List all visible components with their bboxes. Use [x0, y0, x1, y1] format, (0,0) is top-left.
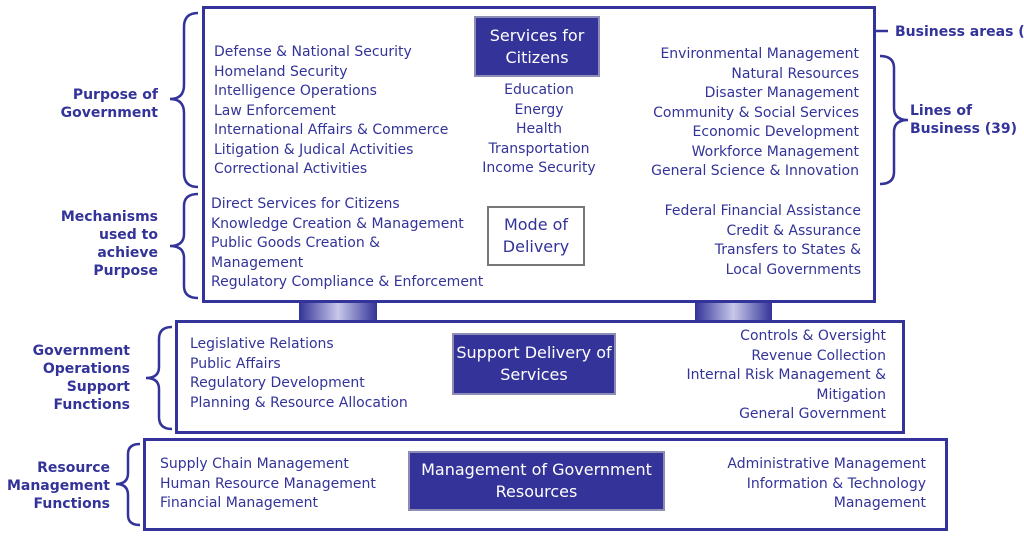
- services-for-citizens-title: Services for Citizens: [474, 16, 600, 77]
- support-left-list: Legislative Relations Public Affairs Reg…: [190, 335, 408, 413]
- list-item: Controls & Oversight: [740, 328, 886, 344]
- list-item: Legislative Relations: [190, 336, 334, 352]
- purpose-label: Purpose of Government: [60, 87, 158, 121]
- list-item: Regulatory Compliance & Enforcement: [211, 274, 484, 290]
- list-item: Litigation & Judical Activities: [214, 141, 414, 158]
- connector-left: [299, 302, 377, 320]
- list-item: Mitigation: [816, 386, 886, 403]
- list-item: Workforce Management: [691, 143, 859, 160]
- brace-resource: [115, 442, 141, 527]
- brace-lines-of-business: [879, 54, 909, 186]
- resource-left-list: Supply Chain Management Human Resource M…: [160, 455, 376, 514]
- brace-purpose: [169, 11, 199, 189]
- list-item: Health: [516, 121, 562, 137]
- delivery-right-list: Federal Financial Assistance Credit & As…: [621, 202, 861, 280]
- mode-of-delivery-title: Mode of Delivery: [487, 206, 585, 266]
- list-item: Energy: [514, 101, 564, 118]
- list-item: Law Enforcement: [214, 102, 336, 119]
- list-item: General Government: [739, 406, 886, 422]
- list-item: Disaster Management: [704, 85, 859, 101]
- services-right-list: Environmental Management Natural Resourc…: [619, 45, 859, 182]
- support-functions-label: Government Operations Support Functions: [32, 343, 130, 413]
- resource-functions-label: Resource Management Functions: [6, 460, 110, 512]
- list-item: Management: [211, 254, 304, 271]
- resource-right-list: Administrative Management Information & …: [686, 455, 926, 514]
- list-item: Defense & National Security: [214, 44, 412, 60]
- list-item: Homeland Security: [214, 63, 348, 80]
- list-item: Human Resource Management: [160, 475, 376, 492]
- list-item: Financial Management: [160, 495, 318, 511]
- brace-mechanisms: [169, 192, 199, 300]
- list-item: International Affairs & Commerce: [214, 122, 449, 138]
- list-item: Federal Financial Assistance: [664, 203, 861, 219]
- list-item: Local Governments: [725, 261, 861, 278]
- support-right-list: Controls & Oversight Revenue Collection …: [646, 327, 886, 425]
- list-item: Transportation: [488, 140, 590, 157]
- list-item: Income Security: [482, 160, 596, 176]
- list-item: Regulatory Development: [190, 375, 365, 391]
- support-delivery-title: Support Delivery of Services: [452, 333, 616, 395]
- brace-support: [145, 325, 173, 431]
- list-item: Transfers to States &: [714, 242, 861, 258]
- list-item: Internal Risk Management &: [686, 367, 886, 383]
- list-item: Information & Technology: [746, 475, 926, 492]
- business-areas-label: Business areas (4): [895, 24, 1024, 40]
- list-item: Community & Social Services: [653, 104, 859, 121]
- list-item: Correctional Activities: [214, 161, 368, 177]
- list-item: Knowledge Creation & Management: [211, 215, 464, 232]
- list-item: General Science & Innovation: [651, 163, 859, 179]
- list-item: Public Goods Creation &: [211, 235, 381, 251]
- list-item: Administrative Management: [727, 456, 926, 472]
- list-item: Revenue Collection: [751, 347, 886, 364]
- list-item: Supply Chain Management: [160, 456, 349, 472]
- list-item: Natural Resources: [731, 65, 859, 82]
- list-item: Management: [833, 495, 926, 511]
- services-center-list: Education Energy Health Transportation I…: [459, 81, 619, 179]
- delivery-left-list: Direct Services for Citizens Knowledge C…: [211, 195, 483, 293]
- list-item: Public Affairs: [190, 355, 281, 372]
- services-left-list: Defense & National Security Homeland Sec…: [214, 43, 448, 180]
- resource-management-title: Management of Government Resources: [408, 451, 665, 511]
- list-item: Planning & Resource Allocation: [190, 394, 408, 411]
- lines-of-business-label: Lines of Business (39): [910, 103, 1018, 137]
- list-item: Economic Development: [692, 124, 859, 140]
- mechanisms-label: Mechanisms used to achieve Purpose: [60, 209, 158, 279]
- connector-right: [695, 302, 772, 320]
- list-item: Credit & Assurance: [726, 222, 861, 239]
- list-item: Education: [504, 82, 574, 98]
- fea-brm-diagram: Business areas (4) Lines of Business (39…: [0, 0, 1024, 538]
- list-item: Environmental Management: [660, 46, 859, 62]
- list-item: Intelligence Operations: [214, 83, 377, 99]
- list-item: Direct Services for Citizens: [211, 196, 400, 212]
